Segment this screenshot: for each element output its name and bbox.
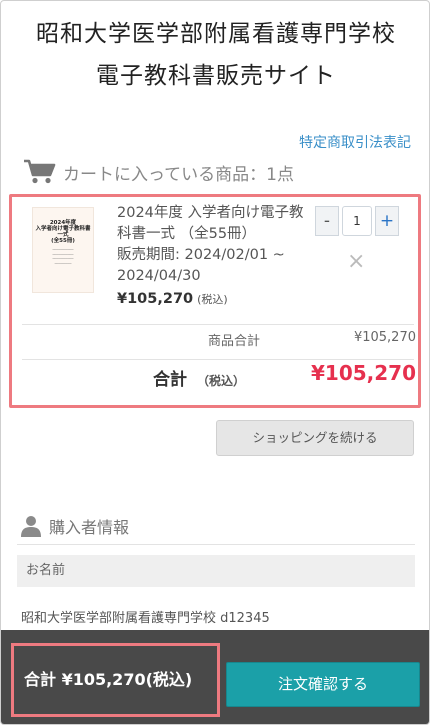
product-price-tax: (税込) <box>197 293 228 306</box>
cart-item-box: 2024年度 入学者向け電子教科書一式 (全55冊) ────────── ───… <box>9 194 421 408</box>
buyer-info-label: 購入者情報 <box>49 518 130 537</box>
user-icon <box>21 516 41 537</box>
total-label-text: 合計 <box>153 370 187 390</box>
checkout-total: 合計 ¥105,270(税込) <box>11 643 220 717</box>
total-label: 合計 （税込） <box>153 365 245 390</box>
divider <box>17 544 415 545</box>
name-field-value: 昭和大学医学部附属看護専門学校 d12345 <box>21 611 270 626</box>
quantity-increase-button[interactable]: + <box>375 206 399 236</box>
divider <box>22 359 414 360</box>
thumb-fineprint: ────────── ────────── ────────── ──────── <box>52 248 74 266</box>
site-title-line2: 電子教科書販売サイト <box>96 63 336 89</box>
confirm-order-button[interactable]: 注文確認する <box>226 662 420 707</box>
continue-shopping-button[interactable]: ショッピングを続ける <box>216 420 414 456</box>
product-price-value: ¥105,270 <box>117 291 194 307</box>
remove-item-icon[interactable]: × <box>347 249 365 274</box>
product-thumbnail: 2024年度 入学者向け電子教科書一式 (全55冊) ────────── ───… <box>32 207 94 293</box>
sales-period: 販売期間: 2024/02/01 ~ 2024/04/30 <box>117 247 285 284</box>
total-value: ¥105,270 <box>310 361 416 385</box>
site-title-line1: 昭和大学医学部附属看護専門学校 <box>36 21 396 47</box>
subtotal-label: 商品合計 <box>208 334 261 349</box>
cart-heading: カートに入っている商品：1点 <box>23 159 294 185</box>
page-frame: 昭和大学医学部附属看護専門学校 電子教科書販売サイト 特定商取引法表記 カートに… <box>0 0 430 725</box>
buyer-info-heading: 購入者情報 <box>21 514 129 538</box>
product-title[interactable]: 2024年度 入学者向け電子教科書一式 （全55冊） <box>117 203 317 245</box>
product-title-block: 2024年度 入学者向け電子教科書一式 （全55冊） 販売期間: 2024/02… <box>117 203 317 287</box>
legal-notice-link[interactable]: 特定商取引法表記 <box>299 132 411 152</box>
total-tax-note: （税込） <box>197 374 246 388</box>
divider <box>22 324 414 325</box>
product-price: ¥105,270 (税込) <box>117 291 228 307</box>
cart-heading-label: カートに入っている商品：1点 <box>63 164 294 185</box>
quantity-stepper: - 1 + <box>315 206 399 236</box>
thumb-line3: (全55冊) <box>51 238 75 244</box>
site-title: 昭和大学医学部附属看護専門学校 電子教科書販売サイト <box>1 13 429 97</box>
quantity-input[interactable]: 1 <box>342 206 372 236</box>
quantity-decrease-button[interactable]: - <box>315 206 339 236</box>
name-field-label: お名前 <box>17 555 415 587</box>
thumb-line2: 入学者向け電子教科書一式 <box>35 226 91 238</box>
subtotal-value: ¥105,270 <box>353 330 416 345</box>
cart-icon <box>24 159 56 184</box>
